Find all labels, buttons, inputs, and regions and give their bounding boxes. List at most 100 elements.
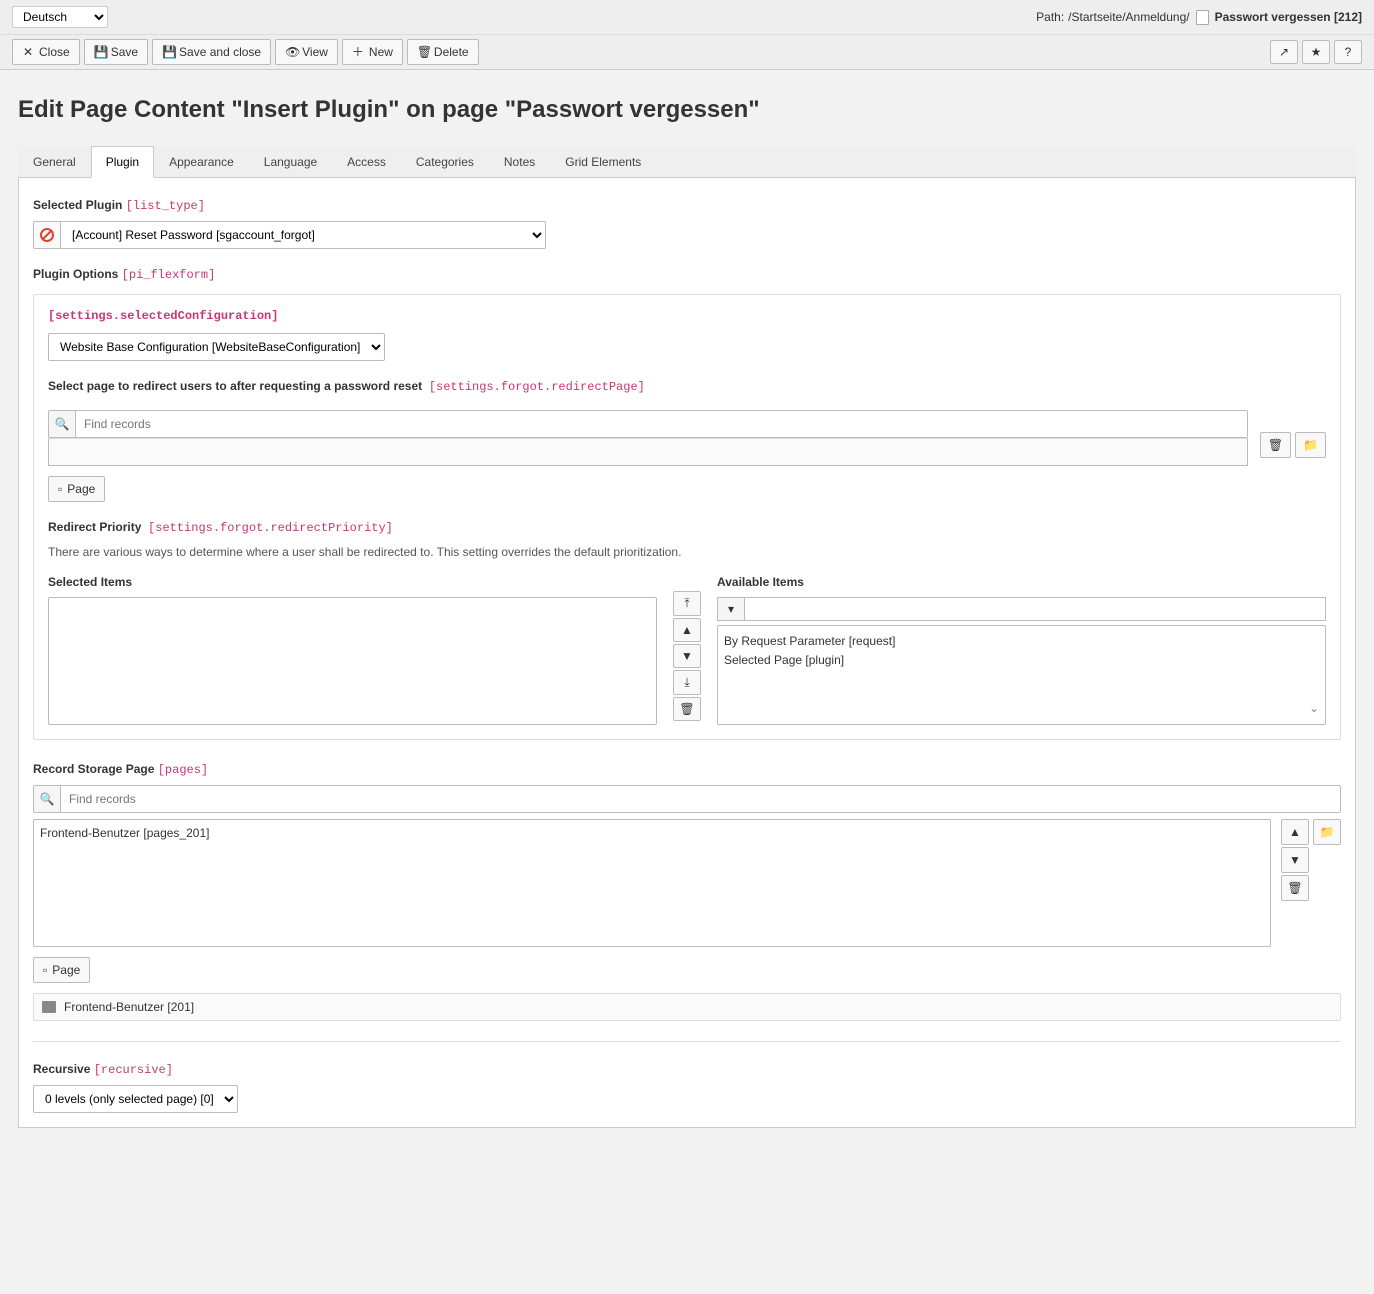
page-icon: ▫ [58,482,62,496]
move-up-button[interactable]: ▲ [673,618,701,642]
nosign-icon [40,228,54,242]
remove-item-button[interactable]: 🗑 [673,697,701,721]
page-icon: ▫ [43,963,47,977]
record-item[interactable]: Frontend-Benutzer [pages_201] [40,826,1264,840]
external-icon: ↗ [1278,46,1290,58]
redirect-browse-button[interactable]: 📁 [1295,432,1326,458]
page-icon [1196,10,1209,25]
tab-categories[interactable]: Categories [401,146,489,178]
record-readonly-value: Frontend-Benutzer [201] [64,1000,194,1014]
tab-language[interactable]: Language [249,146,332,178]
plugin-options-label: Plugin Options [pi_flexform] [33,267,1341,282]
recursive-code: [recursive] [94,1063,173,1077]
tab-plugin[interactable]: Plugin [91,146,154,178]
tab-appearance[interactable]: Appearance [154,146,249,178]
save-close-button[interactable]: 💾Save and close [152,39,271,65]
redirect-page-code: [settings.forgot.redirectPage] [429,380,645,394]
path-page: Passwort vergessen [212] [1215,10,1362,24]
plugin-options-code: [pi_flexform] [122,268,216,282]
plus-icon: ＋ [352,46,364,58]
record-delete-button[interactable]: 🗑 [1281,875,1309,901]
record-find-records-input[interactable] [61,785,1341,813]
available-item[interactable]: By Request Parameter [request] [724,632,1319,651]
trash-icon: 🗑 [679,702,694,716]
selected-plugin-select[interactable]: [Account] Reset Password [sgaccount_forg… [61,221,546,249]
record-list[interactable]: Frontend-Benutzer [pages_201] [33,819,1271,947]
tab-notes[interactable]: Notes [489,146,550,178]
move-down-button[interactable]: ▼ [673,644,701,668]
page-title: Edit Page Content "Insert Plugin" on pag… [18,96,1356,124]
help-icon: ? [1342,46,1354,58]
record-move-up-button[interactable]: ▲ [1281,819,1309,845]
view-button[interactable]: 👁View [275,39,338,65]
configuration-select[interactable]: Website Base Configuration [WebsiteBaseC… [48,333,385,361]
chevron-up-icon: ▲ [681,623,693,637]
record-browse-button[interactable]: 📁 [1313,819,1341,845]
redirect-priority-label: Redirect Priority [settings.forgot.redir… [48,520,1326,535]
tab-grid-elements[interactable]: Grid Elements [550,146,656,178]
language-select[interactable]: Deutsch [12,6,108,28]
tab-general[interactable]: General [18,146,91,178]
record-storage-label: Record Storage Page [pages] [33,762,1341,777]
save-button[interactable]: 💾Save [84,39,148,65]
move-bottom-button[interactable]: ⤓ [673,670,701,695]
breadcrumb: Path: /Startseite/Anmeldung/ Passwort ve… [1036,10,1362,25]
delete-button[interactable]: 🗑Delete [407,39,479,65]
view-icon: 👁 [285,46,297,58]
available-items-label: Available Items [717,575,1326,589]
filter-icon: ▾ [728,602,734,616]
search-icon: 🔍 [40,792,55,806]
available-item[interactable]: Selected Page [plugin] [724,651,1319,670]
trash-icon: 🗑 [1287,881,1302,895]
move-top-button[interactable]: ⤒ [673,591,701,616]
record-search-button[interactable]: 🔍 [33,785,61,813]
selected-plugin-label: Selected Plugin [list_type] [33,198,1341,213]
recursive-label: Recursive [recursive] [33,1062,1341,1077]
path-crumbs: /Startseite/Anmeldung/ [1068,10,1189,24]
search-button[interactable]: 🔍 [48,410,76,438]
tab-access[interactable]: Access [332,146,401,178]
filter-input[interactable] [745,597,1326,621]
search-icon: 🔍 [55,417,70,431]
record-move-down-button[interactable]: ▼ [1281,847,1309,873]
record-storage-code: [pages] [158,763,208,777]
selected-items-list[interactable] [48,597,657,725]
redirect-page-label: Select page to redirect users to after r… [48,379,1326,394]
save-close-icon: 💾 [162,46,174,58]
star-icon: ★ [1310,46,1322,58]
tabs: General Plugin Appearance Language Acces… [18,146,1356,178]
plugin-icon-box [33,221,61,249]
trash-icon: 🗑 [417,46,429,58]
folder-icon: 📁 [1303,438,1318,452]
chevron-bottom-icon: ⤓ [684,675,689,690]
record-page-button[interactable]: ▫Page [33,957,90,983]
save-icon: 💾 [94,46,106,58]
close-button[interactable]: ✕Close [12,39,80,65]
redirect-selected-bar [48,438,1248,466]
redirect-delete-button[interactable]: 🗑 [1260,432,1291,458]
chevron-up-icon: ▲ [1289,825,1301,839]
record-readonly-row: Frontend-Benutzer [201] [33,993,1341,1021]
selected-items-label: Selected Items [48,575,657,589]
page-mini-icon [42,1001,56,1013]
help-button[interactable]: ? [1334,40,1362,64]
close-icon: ✕ [22,46,34,58]
path-label: Path: [1036,10,1064,24]
folder-icon: 📁 [1320,825,1335,839]
redirect-find-records-input[interactable] [76,410,1248,438]
available-items-list[interactable]: By Request Parameter [request] Selected … [717,625,1326,725]
open-new-window-button[interactable]: ↗ [1270,40,1298,64]
chevron-down-icon: ⌄ [1309,699,1319,718]
selected-plugin-code: [list_type] [126,199,205,213]
filter-button[interactable]: ▾ [717,597,745,621]
redirect-page-button[interactable]: ▫Page [48,476,105,502]
chevron-down-icon: ▼ [1289,853,1301,867]
new-button[interactable]: ＋New [342,39,403,65]
bookmark-button[interactable]: ★ [1302,40,1330,64]
settings-conf-code: [settings.selectedConfiguration] [48,309,1326,323]
chevron-down-icon: ▼ [681,649,693,663]
redirect-priority-code: [settings.forgot.redirectPriority] [148,521,393,535]
trash-icon: 🗑 [1268,438,1283,452]
redirect-priority-help: There are various ways to determine wher… [48,545,1326,559]
recursive-select[interactable]: 0 levels (only selected page) [0] [33,1085,238,1113]
